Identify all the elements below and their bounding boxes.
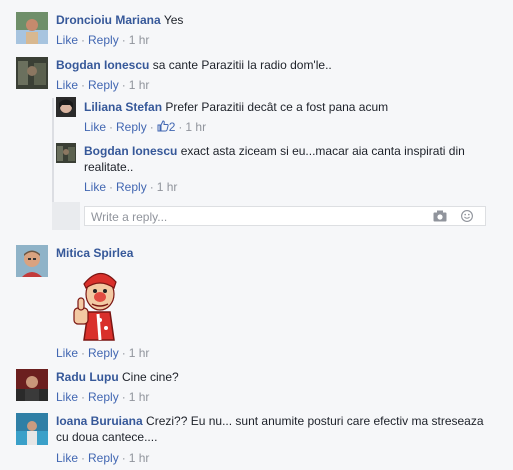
avatar[interactable]: [56, 97, 76, 117]
separator: ·: [81, 346, 86, 360]
comment-text-continuation: cu doua cantece....: [56, 430, 158, 444]
like-button[interactable]: Like: [56, 78, 78, 92]
separator: ·: [81, 33, 86, 47]
emoji-icon[interactable]: [461, 210, 473, 222]
reply-composer: [84, 206, 486, 226]
separator: ·: [149, 180, 154, 194]
comment-text: Yes: [163, 13, 184, 27]
reply-button[interactable]: Reply: [88, 390, 119, 404]
reaction-count[interactable]: 2: [157, 120, 176, 134]
avatar[interactable]: [16, 57, 48, 89]
separator: ·: [121, 390, 126, 404]
comment-author[interactable]: Bogdan Ionescu: [56, 58, 149, 72]
comment-text-continuation: realitate..: [84, 160, 134, 174]
camera-icon[interactable]: [433, 210, 447, 222]
reply-button[interactable]: Reply: [88, 346, 119, 360]
comment-author[interactable]: Droncioiu Mariana: [56, 13, 161, 27]
separator: ·: [81, 390, 86, 404]
separator: ·: [121, 78, 126, 92]
timestamp[interactable]: 1 hr: [129, 390, 150, 404]
like-button[interactable]: Like: [56, 390, 78, 404]
separator: ·: [109, 120, 114, 134]
thumbs-up-mascot-sticker: [70, 264, 130, 342]
reaction-count-value: 2: [168, 120, 176, 134]
avatar[interactable]: [16, 413, 48, 445]
reply-button[interactable]: Reply: [88, 33, 119, 47]
comment-author[interactable]: Mitica Spirlea: [56, 246, 133, 260]
reply-button[interactable]: Reply: [116, 180, 147, 194]
separator: ·: [109, 180, 114, 194]
like-button[interactable]: Like: [56, 33, 78, 47]
separator: ·: [149, 120, 154, 134]
avatar[interactable]: [16, 12, 48, 44]
comment-text: sa cante Parazitii la radio dom'le..: [152, 58, 332, 72]
separator: ·: [81, 451, 86, 465]
comment-text: Crezi?? Eu nu... sunt anumite posturi ca…: [146, 414, 484, 428]
comment-text: exact asta ziceam si eu...macar aia cant…: [180, 144, 465, 158]
separator: ·: [121, 33, 126, 47]
separator: ·: [81, 78, 86, 92]
comment-author[interactable]: Radu Lupu: [56, 370, 119, 384]
avatar[interactable]: [16, 369, 48, 401]
reply-button[interactable]: Reply: [116, 120, 147, 134]
like-button[interactable]: Like: [56, 346, 78, 360]
like-button[interactable]: Like: [84, 120, 106, 134]
like-button[interactable]: Like: [56, 451, 78, 465]
current-user-avatar: [52, 202, 80, 230]
like-button[interactable]: Like: [84, 180, 106, 194]
timestamp[interactable]: 1 hr: [157, 180, 178, 194]
comment-author[interactable]: Bogdan Ionescu: [84, 144, 177, 158]
avatar[interactable]: [56, 143, 76, 163]
thumbs-up-icon: [157, 120, 169, 132]
timestamp[interactable]: 1 hr: [185, 120, 206, 134]
avatar[interactable]: [16, 245, 48, 277]
comment-text: Cine cine?: [122, 370, 179, 384]
separator: ·: [121, 346, 126, 360]
comment-author[interactable]: Ioana Buruiana: [56, 414, 143, 428]
timestamp[interactable]: 1 hr: [129, 451, 150, 465]
separator: ·: [121, 451, 126, 465]
reply-input[interactable]: [89, 209, 423, 225]
reply-button[interactable]: Reply: [88, 78, 119, 92]
timestamp[interactable]: 1 hr: [129, 33, 150, 47]
comment-author[interactable]: Liliana Stefan: [84, 100, 162, 114]
timestamp[interactable]: 1 hr: [129, 78, 150, 92]
reply-button[interactable]: Reply: [88, 451, 119, 465]
separator: ·: [178, 120, 183, 134]
comment-text: Prefer Parazitii decât ce a fost pana ac…: [165, 100, 389, 114]
timestamp[interactable]: 1 hr: [129, 346, 150, 360]
